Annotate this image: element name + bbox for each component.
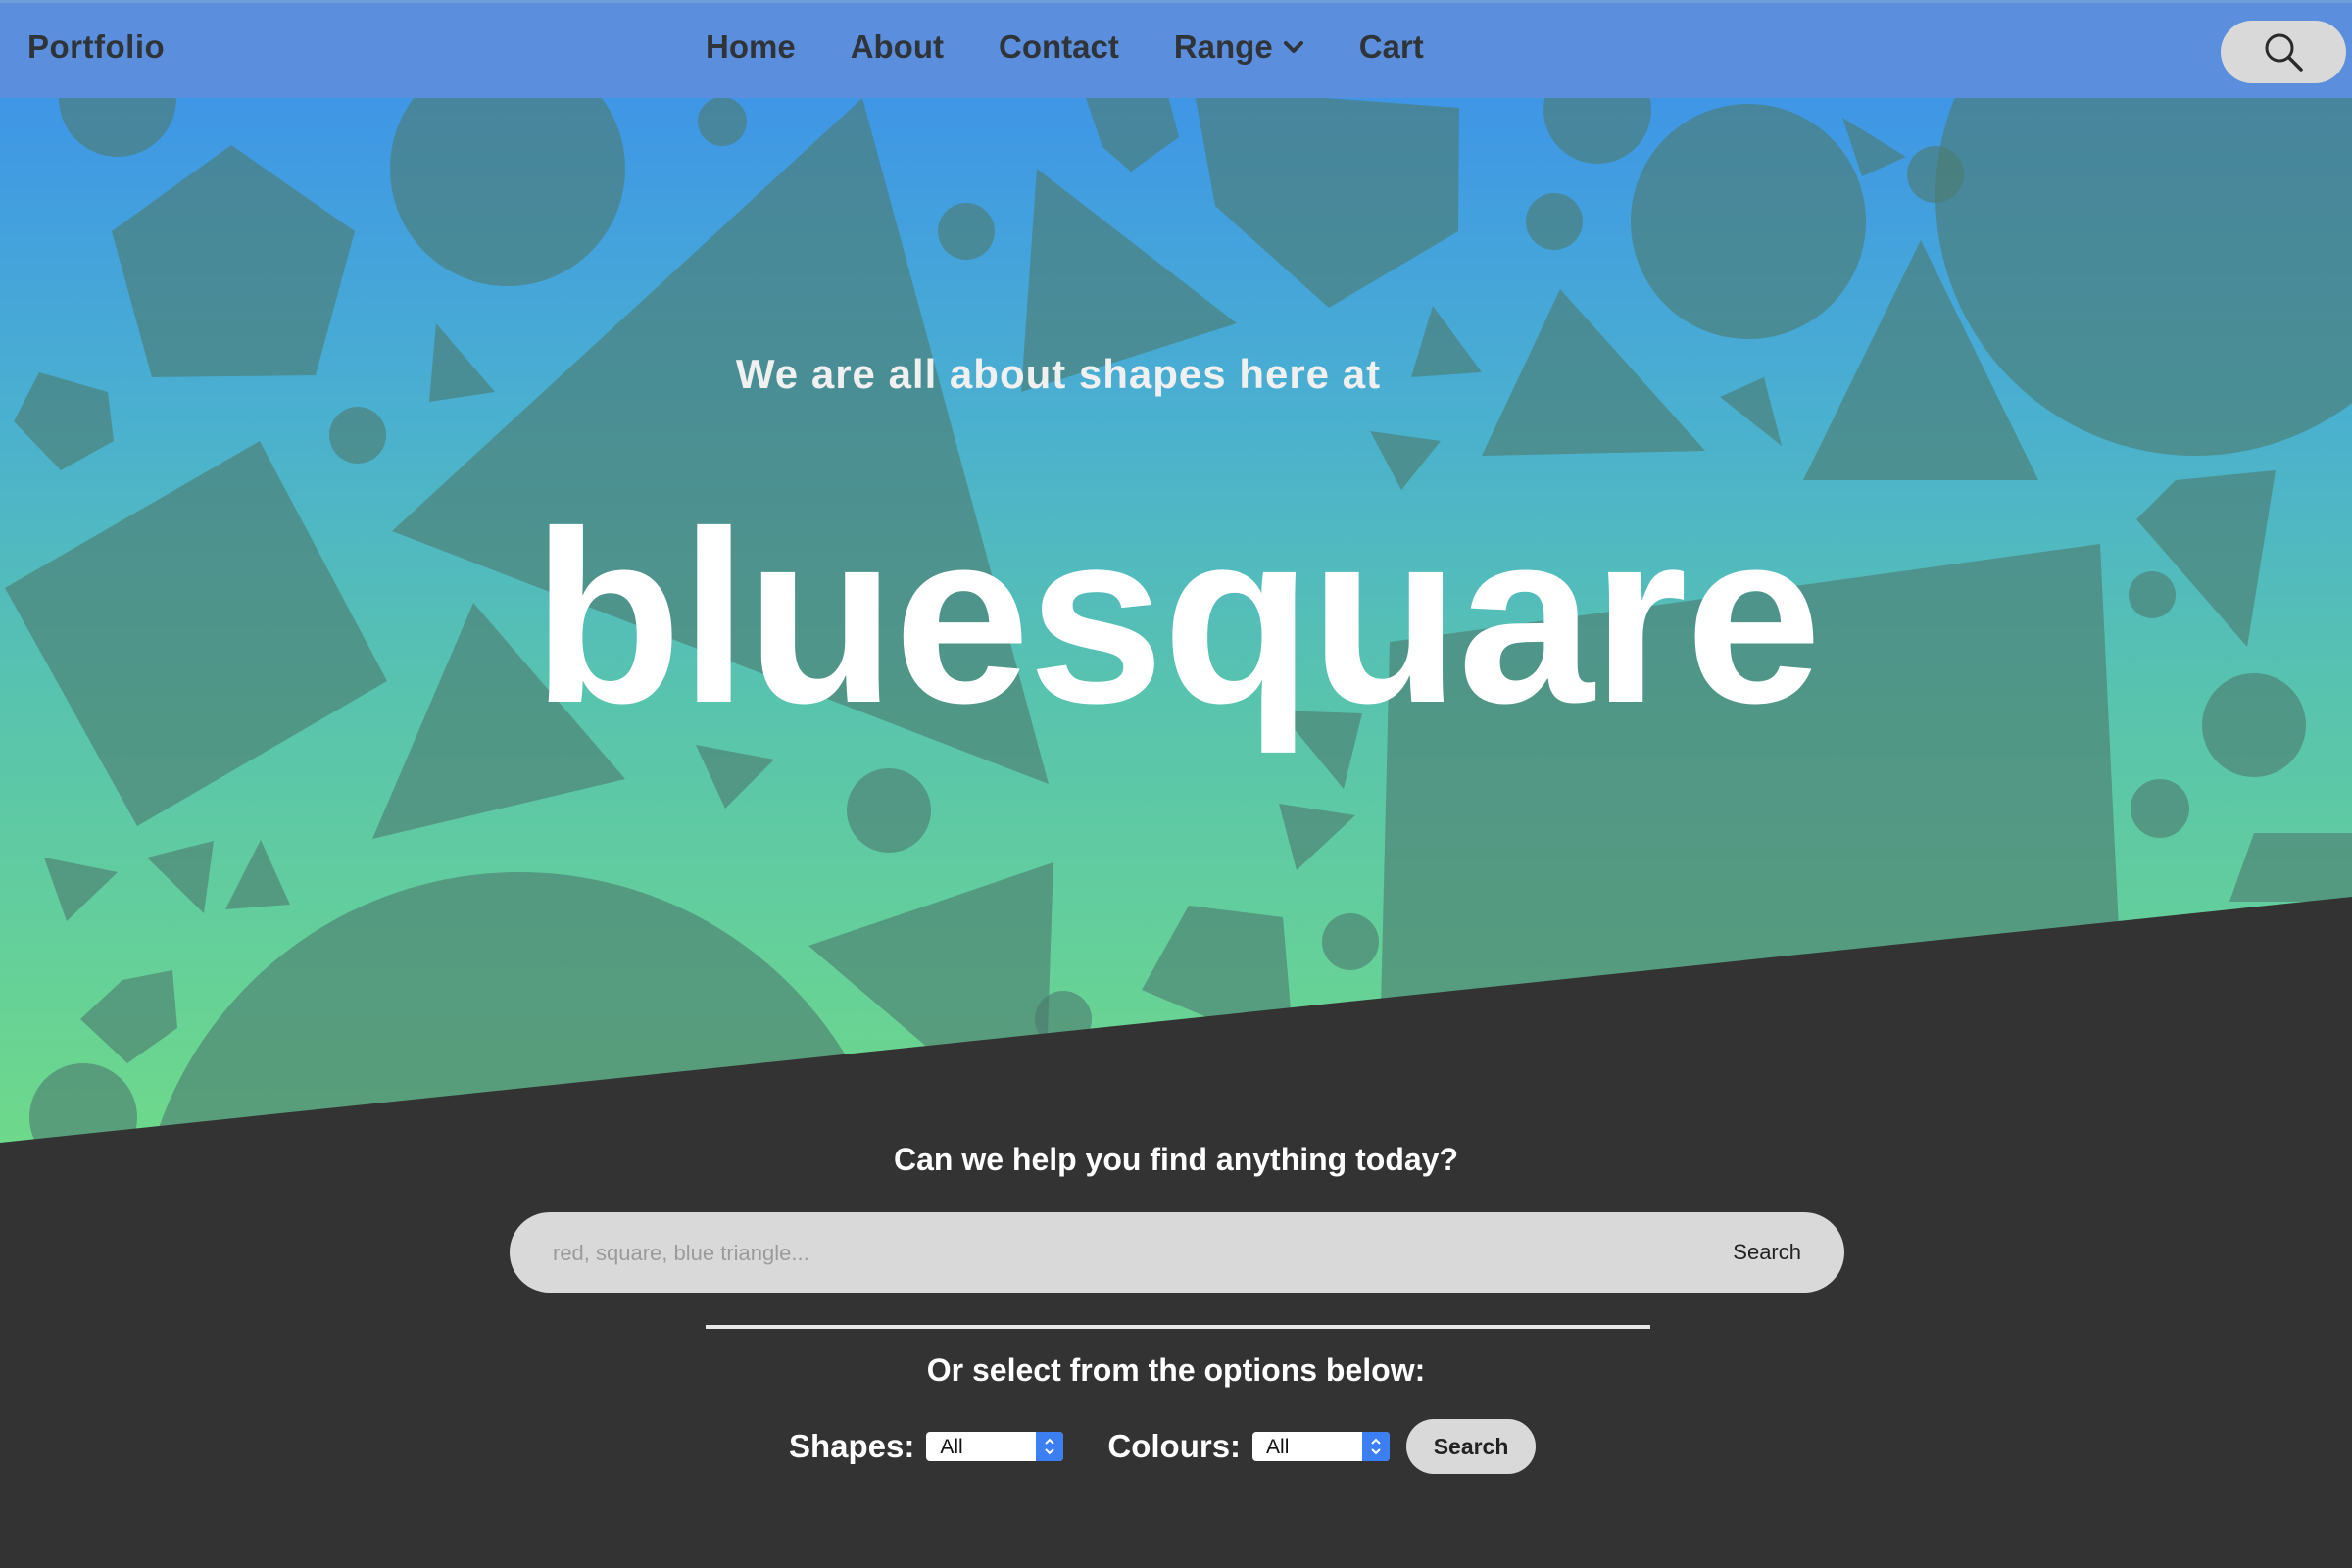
search-input[interactable] xyxy=(551,1212,1633,1295)
top-navbar: Portfolio Home About Contact Range Cart xyxy=(0,0,2352,98)
select-stepper-icon xyxy=(1036,1432,1064,1461)
search-toggle-button[interactable] xyxy=(2221,21,2346,83)
filter-search-button[interactable]: Search xyxy=(1406,1419,1537,1474)
find-heading: Can we help you find anything today? xyxy=(893,1142,1458,1177)
nav-range-label: Range xyxy=(1173,28,1273,65)
nav-links: Home About Contact Range Cart xyxy=(706,28,1479,66)
colours-select[interactable]: All xyxy=(1252,1432,1391,1461)
brand-link[interactable]: Portfolio xyxy=(27,28,165,66)
shapes-label: Shapes: xyxy=(789,1428,915,1464)
nav-contact-link[interactable]: Contact xyxy=(999,28,1119,66)
shapes-select-value: All xyxy=(940,1436,963,1458)
select-stepper-icon xyxy=(1362,1432,1391,1461)
search-button[interactable]: Search xyxy=(1733,1212,1801,1293)
colours-label: Colours: xyxy=(1107,1428,1242,1464)
options-heading: Or select from the options below: xyxy=(926,1352,1426,1388)
chevron-down-icon xyxy=(1283,41,1303,53)
colours-select-value: All xyxy=(1266,1436,1290,1458)
section-divider xyxy=(706,1325,1650,1329)
shapes-select[interactable]: All xyxy=(926,1432,1064,1461)
magnifier-icon xyxy=(2265,33,2303,72)
nav-range-dropdown[interactable]: Range xyxy=(1174,28,1304,66)
filter-row: Shapes: All Colours: All Search xyxy=(789,1417,1537,1476)
nav-home-link[interactable]: Home xyxy=(706,28,796,66)
nav-about-link[interactable]: About xyxy=(851,28,944,66)
search-bar: Search xyxy=(510,1212,1844,1295)
diagonal-section-divider xyxy=(0,897,2352,1568)
nav-cart-link[interactable]: Cart xyxy=(1359,28,1424,66)
